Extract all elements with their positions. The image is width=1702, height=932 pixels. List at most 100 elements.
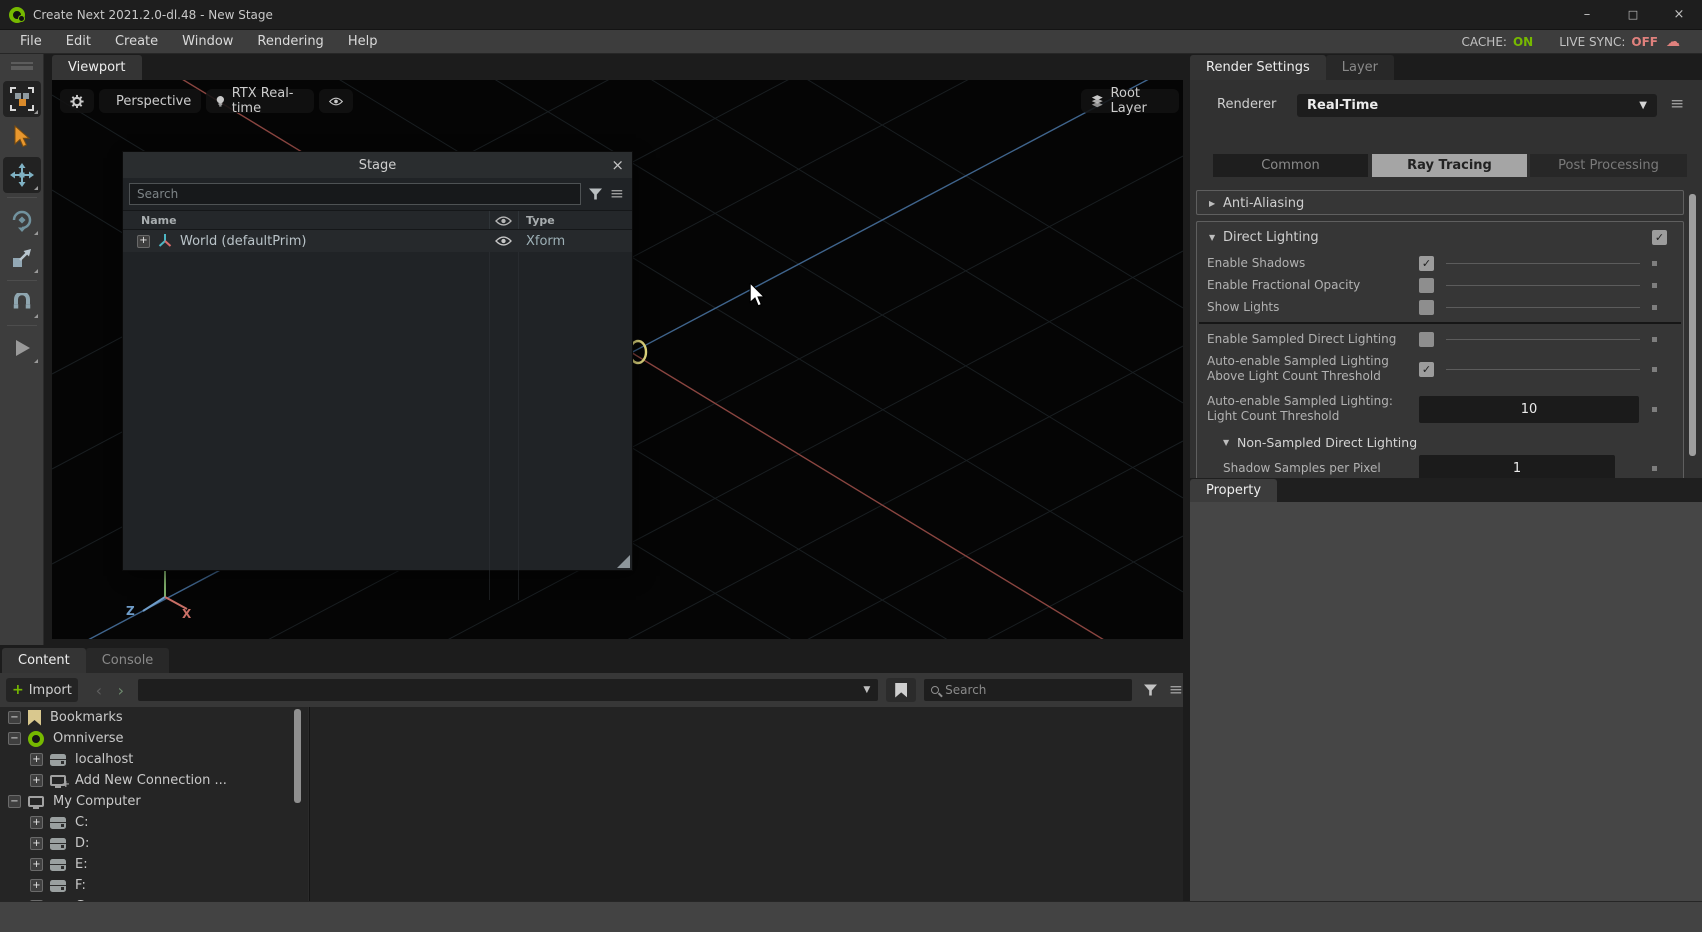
stage-row-world[interactable]: + World (defaultPrim) Xform	[123, 230, 632, 252]
content-search-input[interactable]	[945, 683, 1105, 697]
chevron-down-icon[interactable]: ▼	[863, 685, 870, 695]
direct-lighting-checkbox[interactable]: ✓	[1652, 230, 1667, 245]
bookmark-button[interactable]	[886, 678, 916, 702]
mode-tab-common[interactable]: Common	[1213, 154, 1368, 177]
tree-item-drive-c[interactable]: + C:	[0, 812, 308, 833]
selection-mode-button[interactable]	[3, 81, 41, 117]
checkbox[interactable]: ✓	[1419, 362, 1434, 377]
menu-rendering[interactable]: Rendering	[245, 34, 335, 49]
minimize-icon: –	[1584, 7, 1591, 22]
filter-icon[interactable]	[589, 188, 602, 201]
direct-lighting-header[interactable]: ▼ Direct Lighting ✓	[1197, 222, 1683, 252]
path-breadcrumb-bar[interactable]: ▼	[138, 679, 878, 701]
menu-create[interactable]: Create	[103, 34, 170, 49]
expand-plus-icon[interactable]: +	[30, 816, 43, 829]
reset-dot[interactable]	[1652, 337, 1657, 342]
stage-search-input[interactable]	[129, 183, 581, 205]
reset-dot[interactable]	[1652, 283, 1657, 288]
visibility-eye-icon[interactable]	[495, 236, 512, 246]
stage-close-button[interactable]: ×	[611, 152, 624, 178]
content-search[interactable]	[924, 679, 1132, 701]
tree-item-localhost[interactable]: + localhost	[0, 749, 308, 770]
expanded-caret-icon[interactable]: ▼	[1223, 438, 1237, 447]
stage-options-icon[interactable]: ≡	[610, 186, 624, 203]
stage-tree-body[interactable]	[123, 252, 632, 600]
renderer-mode-button[interactable]: RTX Real-time	[206, 89, 314, 113]
checkbox[interactable]	[1419, 332, 1434, 347]
import-button[interactable]: + Import	[6, 678, 78, 702]
move-tool-button[interactable]	[3, 157, 41, 193]
checkbox[interactable]: ✓	[1419, 256, 1434, 271]
mode-tab-post-processing[interactable]: Post Processing	[1530, 154, 1687, 177]
menu-file[interactable]: File	[8, 34, 54, 49]
tree-item-drive-f[interactable]: + F:	[0, 875, 308, 896]
expand-plus-icon[interactable]: +	[137, 235, 150, 248]
checkbox[interactable]	[1419, 300, 1434, 315]
tab-property[interactable]: Property	[1190, 479, 1277, 502]
cloud-icon: ☁	[1666, 34, 1680, 50]
reset-dot[interactable]	[1652, 305, 1657, 310]
type-column-header[interactable]: Type	[526, 214, 555, 227]
tree-scrollbar[interactable]	[294, 709, 301, 803]
root-layer-button[interactable]: Root Layer	[1081, 89, 1179, 113]
reset-dot[interactable]	[1652, 466, 1657, 471]
content-options-icon[interactable]: ≡	[1169, 682, 1183, 699]
reset-dot[interactable]	[1652, 367, 1657, 372]
menu-help[interactable]: Help	[336, 34, 390, 49]
viewport-settings-button[interactable]	[60, 89, 94, 113]
filter-icon[interactable]	[1144, 684, 1157, 697]
tab-render-settings[interactable]: Render Settings	[1190, 55, 1326, 80]
collapse-minus-icon[interactable]: −	[8, 711, 21, 724]
back-button[interactable]: ‹	[88, 681, 110, 700]
minimize-button[interactable]: –	[1564, 0, 1610, 29]
collapsed-caret-icon[interactable]: ▶	[1209, 199, 1223, 208]
tree-item-omniverse[interactable]: − Omniverse	[0, 728, 308, 749]
menu-window[interactable]: Window	[170, 34, 245, 49]
play-button[interactable]	[3, 330, 41, 366]
menu-edit[interactable]: Edit	[54, 34, 103, 49]
close-button[interactable]: ×	[1656, 0, 1702, 29]
expanded-caret-icon[interactable]: ▼	[1209, 233, 1223, 242]
tree-item-add-new-connection[interactable]: + + Add New Connection ...	[0, 770, 308, 791]
checkbox[interactable]	[1419, 278, 1434, 293]
expand-plus-icon[interactable]: +	[30, 879, 43, 892]
scale-tool-icon	[11, 247, 33, 269]
camera-selector-button[interactable]: Perspective	[99, 89, 201, 113]
anti-aliasing-section[interactable]: ▶ Anti-Aliasing	[1196, 190, 1684, 215]
expand-plus-icon[interactable]: +	[30, 753, 43, 766]
expand-plus-icon[interactable]: +	[30, 858, 43, 871]
select-tool-button[interactable]	[3, 119, 41, 155]
tree-item-my-computer[interactable]: − My Computer	[0, 791, 308, 812]
stage-panel-header[interactable]: Stage ×	[123, 152, 632, 178]
tree-item-bookmarks[interactable]: − Bookmarks	[0, 707, 308, 728]
resize-grip[interactable]	[617, 555, 630, 568]
expand-plus-icon[interactable]: +	[30, 837, 43, 850]
rotate-tool-button[interactable]	[3, 202, 41, 238]
mode-tab-ray-tracing[interactable]: Ray Tracing	[1372, 154, 1527, 177]
maximize-button[interactable]: □	[1610, 0, 1656, 29]
renderer-dropdown[interactable]: Real-Time ▼	[1297, 94, 1657, 117]
settings-scrollbar[interactable]	[1689, 194, 1696, 456]
non-sampled-header[interactable]: ▼ Non-Sampled Direct Lighting	[1197, 430, 1683, 454]
tree-item-drive-e[interactable]: + E:	[0, 854, 308, 875]
collapse-minus-icon[interactable]: −	[8, 732, 21, 745]
visibility-button[interactable]	[319, 89, 353, 113]
renderer-menu-icon[interactable]: ≡	[1670, 96, 1684, 113]
reset-dot[interactable]	[1652, 261, 1657, 266]
tab-viewport[interactable]: Viewport	[52, 55, 142, 80]
tree-item-drive-d[interactable]: + D:	[0, 833, 308, 854]
tab-console[interactable]: Console	[86, 648, 170, 673]
snap-tool-button[interactable]	[3, 285, 41, 321]
file-browser-area[interactable]	[309, 707, 1183, 901]
rail-grip-handle[interactable]	[11, 62, 33, 70]
light-count-threshold-field[interactable]: 10	[1419, 396, 1639, 423]
scale-tool-button[interactable]	[3, 240, 41, 276]
tab-content[interactable]: Content	[2, 648, 86, 673]
live-sync-status[interactable]: OFF	[1631, 35, 1658, 49]
collapse-minus-icon[interactable]: −	[8, 795, 21, 808]
tab-layer[interactable]: Layer	[1326, 55, 1394, 80]
name-column-header[interactable]: Name	[141, 214, 177, 227]
forward-button[interactable]: ›	[110, 681, 132, 700]
reset-dot[interactable]	[1652, 407, 1657, 412]
expand-plus-icon[interactable]: +	[30, 774, 43, 787]
